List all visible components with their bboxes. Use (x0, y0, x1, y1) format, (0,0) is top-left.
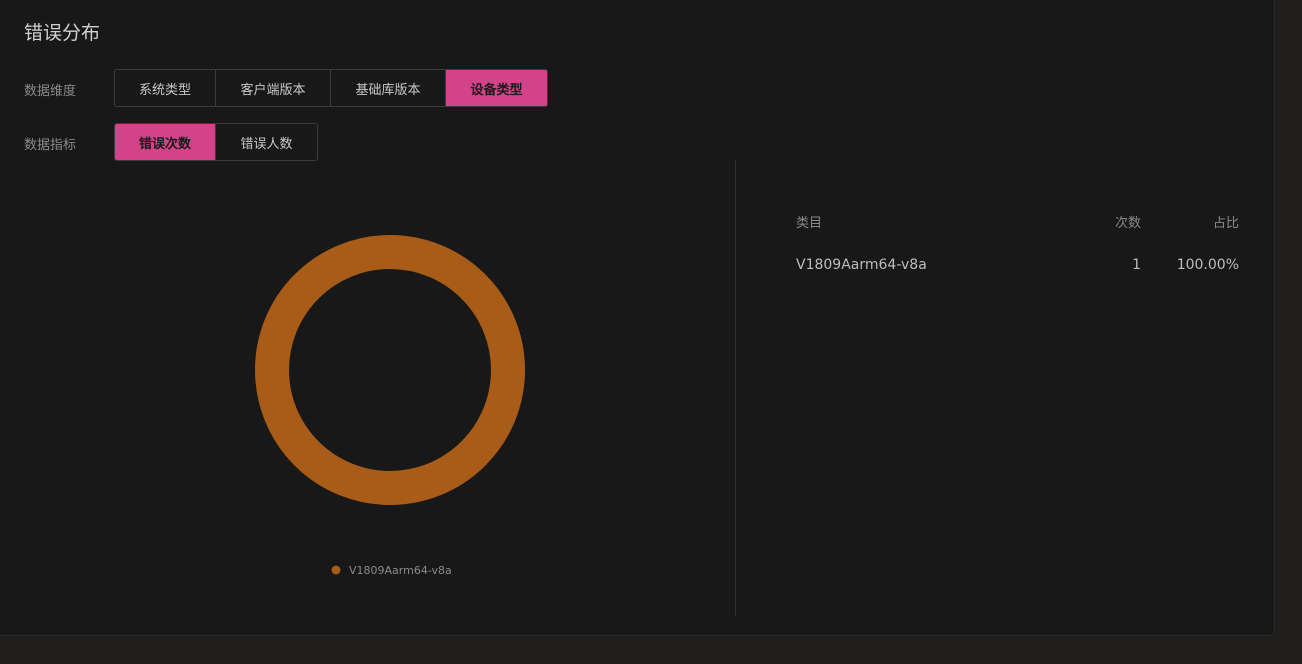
dimension-label: 数据维度 (24, 84, 77, 99)
legend-label[interactable]: V1809Aarm64-v8a (349, 564, 452, 577)
dimension-option-client-version[interactable]: 客户端版本 (216, 70, 331, 106)
cell-category: V1809Aarm64-v8a (796, 257, 927, 273)
legend-marker[interactable] (331, 565, 341, 575)
cell-count: 1 (1132, 257, 1141, 273)
header-count: 次数 (1114, 216, 1141, 231)
dimension-segmented-control: 系统类型 客户端版本 基础库版本 设备类型 (114, 69, 548, 107)
donut-slice-v1809aarm64-v8a[interactable] (255, 235, 525, 505)
header-category: 类目 (796, 216, 823, 231)
metric-option-error-count[interactable]: 错误次数 (115, 124, 216, 160)
donut-chart: V1809Aarm64-v8a (255, 235, 525, 577)
dimension-option-device-type[interactable]: 设备类型 (446, 70, 547, 106)
dimension-option-base-lib-version[interactable]: 基础库版本 (331, 70, 446, 106)
dimension-option-os-type[interactable]: 系统类型 (115, 70, 216, 106)
error-distribution-panel: 错误分布 数据维度 系统类型 客户端版本 基础库版本 设备类型 数据指标 错误次… (0, 0, 1275, 636)
panel-title: 错误分布 (24, 22, 101, 44)
vertical-divider (735, 160, 736, 616)
metric-option-error-users[interactable]: 错误人数 (216, 124, 317, 160)
metric-label: 数据指标 (24, 138, 77, 153)
cell-ratio: 100.00% (1176, 257, 1239, 273)
metric-segmented-control: 错误次数 错误人数 (114, 123, 318, 161)
header-ratio: 占比 (1212, 216, 1239, 231)
